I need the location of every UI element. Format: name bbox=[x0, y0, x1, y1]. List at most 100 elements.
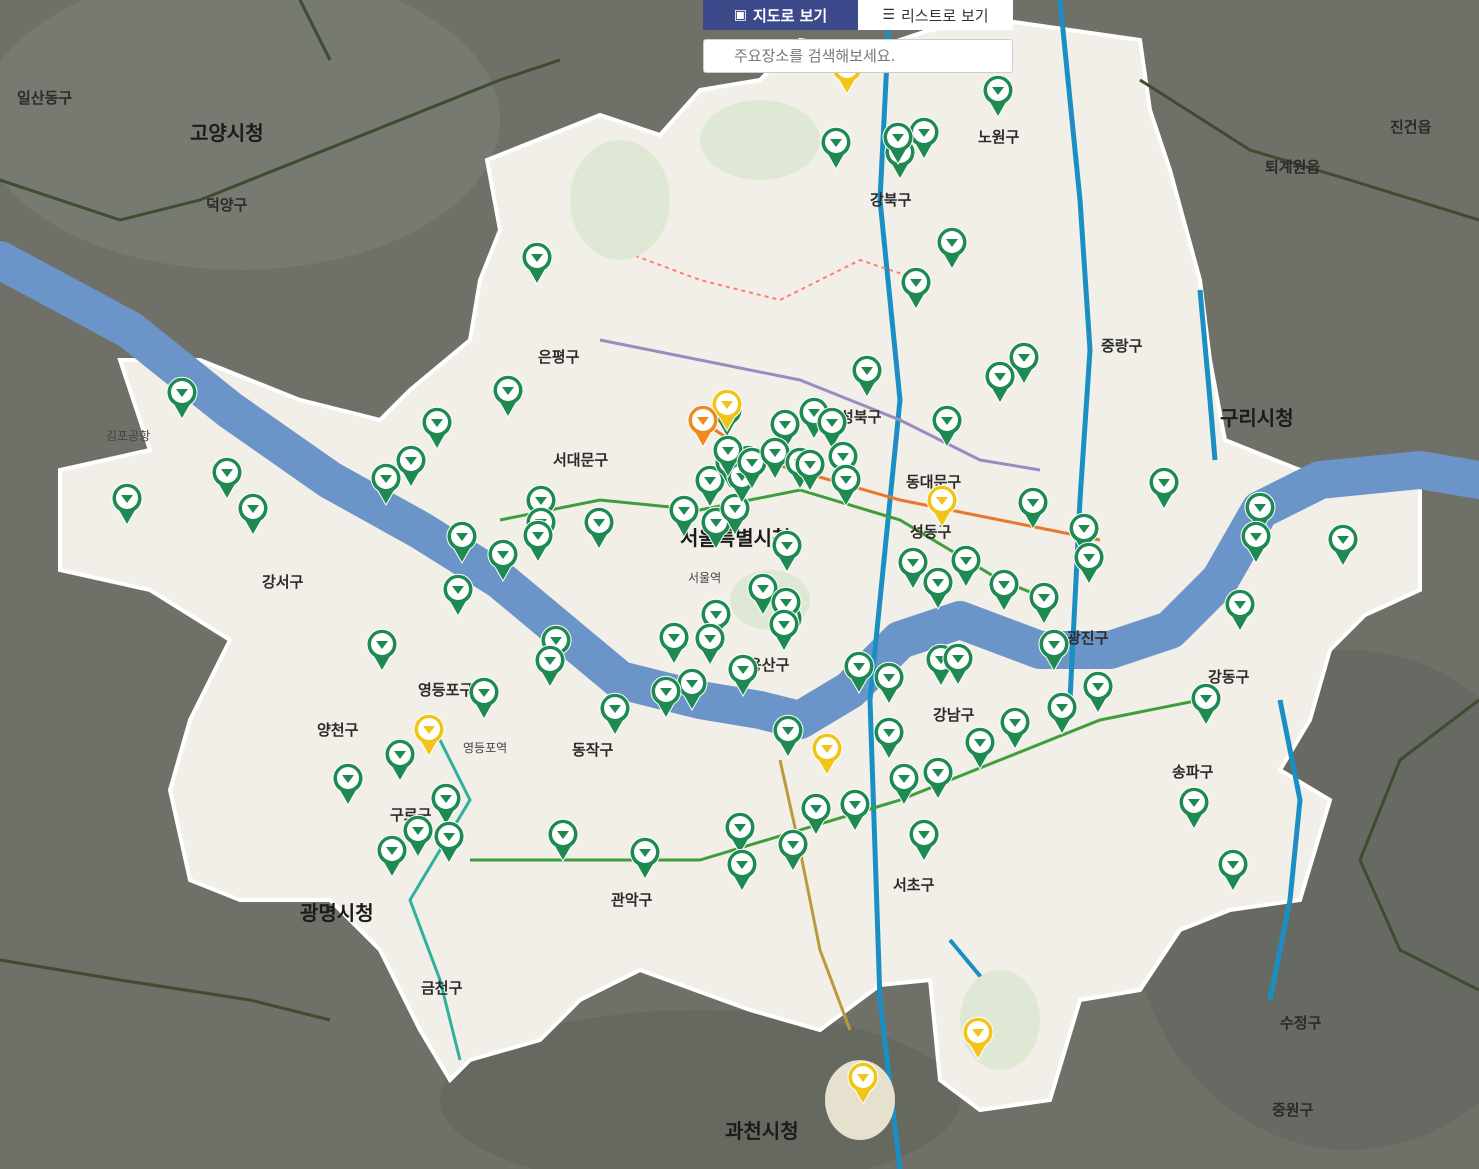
location-marker-green[interactable] bbox=[771, 714, 805, 759]
location-marker-green[interactable] bbox=[520, 241, 554, 286]
location-marker-green[interactable] bbox=[819, 126, 853, 171]
location-marker-green[interactable] bbox=[829, 463, 863, 508]
location-marker-green[interactable] bbox=[533, 644, 567, 689]
location-marker-green[interactable] bbox=[881, 121, 915, 166]
location-marker-green[interactable] bbox=[365, 628, 399, 673]
label-seoul-station: 서울역 bbox=[688, 571, 721, 585]
location-marker-green[interactable] bbox=[872, 716, 906, 761]
location-marker-green[interactable] bbox=[1072, 541, 1106, 586]
location-marker-green[interactable] bbox=[582, 506, 616, 551]
location-marker-yellow[interactable] bbox=[925, 484, 959, 529]
marker-pin-icon bbox=[492, 374, 524, 419]
location-marker-green[interactable] bbox=[165, 376, 199, 421]
marker-pin-icon bbox=[1008, 341, 1040, 386]
marker-pin-icon bbox=[1148, 466, 1180, 511]
marker-pin-icon bbox=[522, 519, 554, 564]
location-marker-green[interactable] bbox=[921, 566, 955, 611]
location-marker-green[interactable] bbox=[921, 756, 955, 801]
label-jungwon: 중원구 bbox=[1272, 1101, 1314, 1119]
label-toegyewon: 퇴계원읍 bbox=[1265, 158, 1320, 176]
marker-pin-icon bbox=[111, 482, 143, 527]
location-marker-green[interactable] bbox=[726, 653, 760, 698]
location-marker-green[interactable] bbox=[907, 818, 941, 863]
label-gimpo-airport: 김포공항 bbox=[106, 429, 150, 443]
location-marker-green[interactable] bbox=[491, 374, 525, 419]
location-marker-green[interactable] bbox=[850, 354, 884, 399]
location-marker-green[interactable] bbox=[369, 462, 403, 507]
location-marker-green[interactable] bbox=[1045, 691, 1079, 736]
location-marker-green[interactable] bbox=[628, 836, 662, 881]
location-marker-green[interactable] bbox=[776, 828, 810, 873]
marker-pin-icon bbox=[847, 1061, 879, 1106]
location-marker-green[interactable] bbox=[1007, 341, 1041, 386]
location-marker-green[interactable] bbox=[1037, 628, 1071, 673]
location-marker-yellow[interactable] bbox=[810, 732, 844, 777]
location-marker-green[interactable] bbox=[1239, 520, 1273, 565]
label-songpa: 송파구 bbox=[1172, 763, 1214, 781]
location-marker-orange[interactable] bbox=[686, 404, 720, 449]
map-view-button[interactable]: ▣ 지도로 보기 bbox=[703, 0, 858, 30]
location-marker-green[interactable] bbox=[899, 266, 933, 311]
marker-pin-icon bbox=[777, 828, 809, 873]
location-marker-green[interactable] bbox=[1027, 581, 1061, 626]
location-marker-green[interactable] bbox=[842, 650, 876, 695]
location-marker-yellow[interactable] bbox=[961, 1016, 995, 1061]
location-marker-green[interactable] bbox=[1147, 466, 1181, 511]
marker-pin-icon bbox=[442, 573, 474, 618]
location-marker-green[interactable] bbox=[1189, 682, 1223, 727]
location-marker-green[interactable] bbox=[598, 692, 632, 737]
location-marker-green[interactable] bbox=[441, 573, 475, 618]
location-marker-green[interactable] bbox=[445, 520, 479, 565]
location-marker-green[interactable] bbox=[767, 608, 801, 653]
marker-pin-icon bbox=[922, 756, 954, 801]
marker-pin-icon bbox=[658, 621, 690, 666]
label-gangnam: 강남구 bbox=[933, 706, 975, 724]
location-marker-yellow[interactable] bbox=[846, 1061, 880, 1106]
map-canvas[interactable]: 서울특별시청 고양시청 광명시청 구리시청 과천시청 은평구 서대문구 강서구 … bbox=[0, 0, 1479, 1169]
location-marker-green[interactable] bbox=[657, 621, 691, 666]
marker-pin-icon bbox=[922, 566, 954, 611]
location-marker-green[interactable] bbox=[941, 642, 975, 687]
location-marker-green[interactable] bbox=[693, 622, 727, 667]
location-marker-green[interactable] bbox=[1177, 786, 1211, 831]
location-marker-green[interactable] bbox=[998, 706, 1032, 751]
location-marker-green[interactable] bbox=[110, 482, 144, 527]
location-marker-green[interactable] bbox=[981, 74, 1015, 119]
location-marker-green[interactable] bbox=[1326, 523, 1360, 568]
marker-pin-icon bbox=[370, 462, 402, 507]
label-dongjak: 동작구 bbox=[572, 741, 614, 759]
location-marker-green[interactable] bbox=[1016, 486, 1050, 531]
list-view-button[interactable]: ☰ 리스트로 보기 bbox=[858, 0, 1013, 30]
location-marker-green[interactable] bbox=[236, 492, 270, 537]
location-marker-green[interactable] bbox=[432, 820, 466, 865]
location-marker-green[interactable] bbox=[793, 448, 827, 493]
location-marker-green[interactable] bbox=[935, 226, 969, 271]
label-yangcheon: 양천구 bbox=[317, 721, 359, 739]
location-marker-green[interactable] bbox=[1081, 670, 1115, 715]
location-marker-yellow[interactable] bbox=[412, 713, 446, 758]
location-marker-green[interactable] bbox=[467, 676, 501, 721]
location-marker-green[interactable] bbox=[963, 726, 997, 771]
marker-pin-icon bbox=[908, 818, 940, 863]
marker-pin-icon bbox=[332, 762, 364, 807]
marker-pin-icon bbox=[964, 726, 996, 771]
location-marker-green[interactable] bbox=[770, 529, 804, 574]
marker-pin-icon bbox=[772, 714, 804, 759]
location-marker-green[interactable] bbox=[887, 762, 921, 807]
marker-pin-icon bbox=[1190, 682, 1222, 727]
location-marker-green[interactable] bbox=[1223, 588, 1257, 633]
label-seocho: 서초구 bbox=[893, 876, 935, 894]
location-marker-green[interactable] bbox=[838, 788, 872, 833]
location-marker-green[interactable] bbox=[649, 675, 683, 720]
search-input[interactable] bbox=[703, 39, 1013, 73]
location-marker-green[interactable] bbox=[872, 661, 906, 706]
location-marker-green[interactable] bbox=[521, 519, 555, 564]
location-marker-green[interactable] bbox=[725, 848, 759, 893]
location-marker-green[interactable] bbox=[987, 568, 1021, 613]
location-marker-green[interactable] bbox=[331, 762, 365, 807]
location-marker-green[interactable] bbox=[930, 404, 964, 449]
location-marker-green[interactable] bbox=[1216, 848, 1250, 893]
location-marker-green[interactable] bbox=[546, 818, 580, 863]
location-marker-green[interactable] bbox=[486, 538, 520, 583]
location-marker-green[interactable] bbox=[375, 834, 409, 879]
